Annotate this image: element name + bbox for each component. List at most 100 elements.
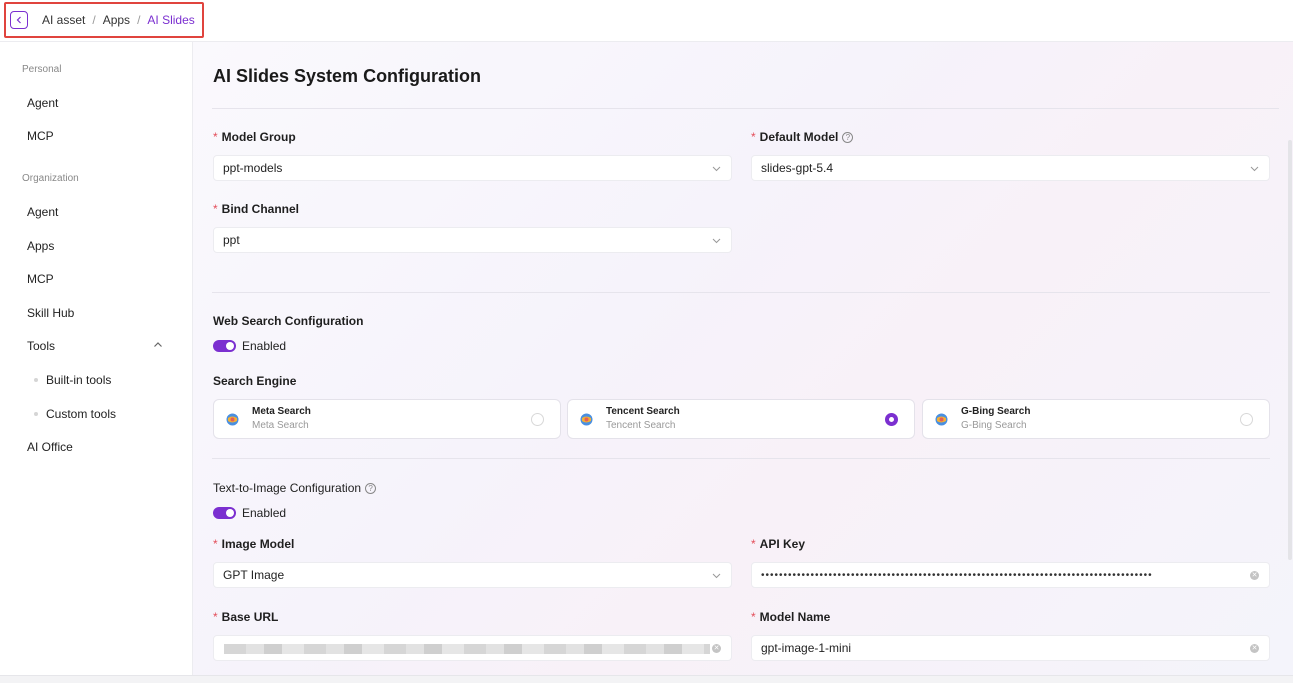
default-model-label: * Default Model ? bbox=[751, 130, 854, 144]
chevron-down-icon bbox=[712, 573, 721, 579]
sidebar-item-personal-agent[interactable]: Agent bbox=[27, 96, 58, 110]
toggle-label: Enabled bbox=[242, 339, 287, 353]
question-circle-icon[interactable]: ? bbox=[365, 482, 377, 494]
required-mark: * bbox=[751, 610, 756, 624]
field-label-text: API Key bbox=[759, 537, 806, 551]
select-value: slides-gpt-5.4 bbox=[761, 161, 834, 175]
clear-circle-icon[interactable]: ✕ bbox=[712, 644, 721, 653]
scrollbar[interactable] bbox=[1288, 140, 1292, 560]
required-mark: * bbox=[213, 202, 218, 216]
field-label-text: Model Group bbox=[221, 130, 296, 144]
globe-icon bbox=[226, 413, 239, 426]
sidebar-item-label: Built-in tools bbox=[46, 373, 112, 387]
breadcrumb-separator: / bbox=[137, 13, 141, 27]
text-to-image-toggle[interactable] bbox=[213, 507, 236, 519]
chevron-left-icon bbox=[16, 16, 21, 24]
required-mark: * bbox=[213, 537, 218, 551]
web-search-toggle-row: Enabled bbox=[213, 339, 286, 353]
input-value: gpt-image-1-mini bbox=[761, 641, 852, 655]
masked-value: ••••••••••••••••••••••••••••••••••••••••… bbox=[761, 569, 1153, 581]
radio-button-selected[interactable] bbox=[885, 413, 898, 426]
default-model-select[interactable]: slides-gpt-5.4 bbox=[751, 155, 1270, 181]
breadcrumb-item-current: AI Slides bbox=[147, 13, 195, 27]
search-engine-option-meta[interactable]: Meta Search Meta Search bbox=[213, 399, 561, 439]
model-group-label: * Model Group bbox=[213, 130, 296, 144]
sidebar-item-custom-tools[interactable]: Custom tools bbox=[34, 407, 116, 421]
bind-channel-label: * Bind Channel bbox=[213, 202, 299, 216]
clear-circle-icon[interactable]: ✕ bbox=[1250, 571, 1259, 580]
base-url-label: * Base URL bbox=[213, 610, 278, 624]
breadcrumb-separator: / bbox=[92, 13, 96, 27]
breadcrumb-item-ai-asset[interactable]: AI asset bbox=[42, 13, 85, 27]
bullet-dot bbox=[34, 412, 38, 416]
engine-name: Tencent Search bbox=[606, 406, 680, 417]
sidebar-section-organization: Organization bbox=[22, 173, 79, 184]
breadcrumb: AI asset / Apps / AI Slides bbox=[4, 2, 204, 38]
field-label-text: Bind Channel bbox=[221, 202, 300, 216]
radio-button[interactable] bbox=[531, 413, 544, 426]
search-engine-label: Search Engine bbox=[213, 374, 297, 388]
main-content: AI Slides System Configuration * Model G… bbox=[193, 42, 1293, 675]
toggle-label: Enabled bbox=[242, 506, 287, 520]
divider bbox=[212, 458, 1270, 459]
api-key-label: * API Key bbox=[751, 537, 805, 551]
engine-name: Meta Search bbox=[252, 406, 311, 417]
bind-channel-select[interactable]: ppt bbox=[213, 227, 732, 253]
clear-circle-icon[interactable]: ✕ bbox=[1250, 644, 1259, 653]
base-url-input[interactable]: ✕ bbox=[213, 635, 732, 661]
top-bar: AI asset / Apps / AI Slides bbox=[0, 0, 1293, 42]
field-label-text: Base URL bbox=[221, 610, 279, 624]
text-to-image-toggle-row: Enabled bbox=[213, 506, 286, 520]
engine-subtitle: G-Bing Search bbox=[961, 420, 1027, 431]
api-key-input[interactable]: ••••••••••••••••••••••••••••••••••••••••… bbox=[751, 562, 1270, 588]
breadcrumb-item-apps[interactable]: Apps bbox=[103, 13, 130, 27]
sidebar-item-org-mcp[interactable]: MCP bbox=[27, 272, 54, 286]
globe-icon bbox=[580, 413, 593, 426]
radio-button[interactable] bbox=[1240, 413, 1253, 426]
text-to-image-config-label: Text-to-Image Configuration ? bbox=[213, 481, 377, 495]
search-engine-option-tencent[interactable]: Tencent Search Tencent Search bbox=[567, 399, 915, 439]
model-group-select[interactable]: ppt-models bbox=[213, 155, 732, 181]
engine-name: G-Bing Search bbox=[961, 406, 1031, 417]
field-label-text: Image Model bbox=[221, 537, 295, 551]
image-model-label: * Image Model bbox=[213, 537, 294, 551]
chevron-down-icon bbox=[712, 238, 721, 244]
required-mark: * bbox=[213, 130, 218, 144]
back-button[interactable] bbox=[10, 11, 28, 29]
select-value: ppt-models bbox=[223, 161, 283, 175]
bottom-edge bbox=[0, 675, 1293, 683]
engine-subtitle: Meta Search bbox=[252, 420, 309, 431]
field-label-text: Model Name bbox=[759, 610, 831, 624]
select-value: GPT Image bbox=[223, 568, 285, 582]
section-label-text: Text-to-Image Configuration bbox=[213, 481, 362, 495]
search-engine-option-gbing[interactable]: G-Bing Search G-Bing Search bbox=[922, 399, 1270, 439]
chevron-down-icon bbox=[1250, 166, 1259, 172]
sidebar-item-apps[interactable]: Apps bbox=[27, 239, 54, 253]
sidebar-item-org-agent[interactable]: Agent bbox=[27, 205, 58, 219]
web-search-toggle[interactable] bbox=[213, 340, 236, 352]
divider bbox=[212, 108, 1279, 109]
model-name-label: * Model Name bbox=[751, 610, 830, 624]
required-mark: * bbox=[751, 130, 756, 144]
image-model-select[interactable]: GPT Image bbox=[213, 562, 732, 588]
divider bbox=[212, 292, 1270, 293]
chevron-up-icon[interactable] bbox=[151, 338, 165, 352]
model-name-input[interactable]: gpt-image-1-mini ✕ bbox=[751, 635, 1270, 661]
sidebar-item-built-in-tools[interactable]: Built-in tools bbox=[34, 373, 111, 387]
engine-subtitle: Tencent Search bbox=[606, 420, 676, 431]
required-mark: * bbox=[213, 610, 218, 624]
question-circle-icon[interactable]: ? bbox=[842, 131, 854, 143]
redacted-value bbox=[224, 644, 710, 654]
sidebar-item-ai-office[interactable]: AI Office bbox=[27, 440, 73, 454]
required-mark: * bbox=[751, 537, 756, 551]
bullet-dot bbox=[34, 378, 38, 382]
field-label-text: Default Model bbox=[759, 130, 839, 144]
chevron-down-icon bbox=[712, 166, 721, 172]
sidebar-section-personal: Personal bbox=[22, 64, 62, 75]
sidebar: Personal Agent MCP Organization Agent Ap… bbox=[0, 42, 193, 683]
globe-icon bbox=[935, 413, 948, 426]
sidebar-item-label: Custom tools bbox=[46, 407, 117, 421]
sidebar-item-personal-mcp[interactable]: MCP bbox=[27, 129, 54, 143]
sidebar-item-tools[interactable]: Tools bbox=[27, 339, 55, 353]
sidebar-item-skill-hub[interactable]: Skill Hub bbox=[27, 306, 74, 320]
